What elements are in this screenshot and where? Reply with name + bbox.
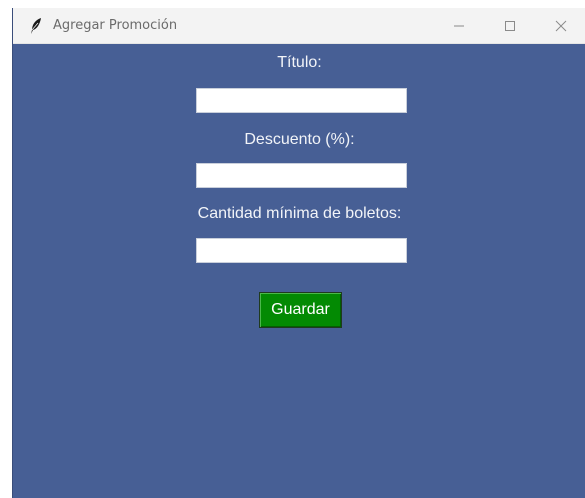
- maximize-icon: [504, 20, 515, 31]
- close-icon: [555, 20, 566, 31]
- save-button[interactable]: Guardar: [259, 292, 342, 328]
- promotion-form: Título: Descuento (%): Cantidad mínima d…: [13, 43, 585, 498]
- feather-icon: [25, 15, 47, 37]
- min-tickets-label: Cantidad mínima de boletos:: [197, 205, 402, 222]
- close-button[interactable]: [535, 8, 585, 43]
- title-bar[interactable]: Agregar Promoción: [13, 8, 585, 44]
- app-window: Agregar Promoción Título: Descuento (%):…: [12, 8, 585, 498]
- title-label: Título:: [277, 54, 322, 71]
- minimize-button[interactable]: [433, 8, 484, 43]
- window-title: Agregar Promoción: [53, 18, 178, 33]
- title-input[interactable]: [196, 88, 407, 113]
- discount-label: Descuento (%):: [244, 131, 355, 148]
- maximize-button[interactable]: [484, 8, 535, 43]
- discount-input[interactable]: [196, 163, 407, 188]
- minimize-icon: [453, 25, 464, 26]
- window-controls: [433, 8, 585, 43]
- min-tickets-input[interactable]: [196, 238, 407, 263]
